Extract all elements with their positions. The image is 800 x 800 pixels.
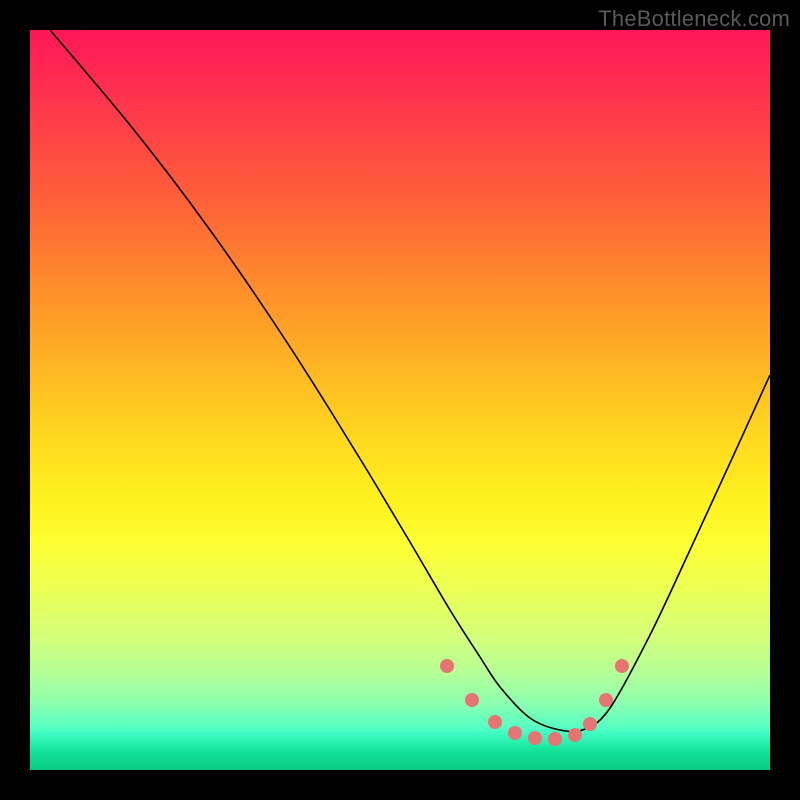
dot [583, 717, 597, 731]
dot [599, 693, 613, 707]
dot [528, 731, 542, 745]
dot [488, 715, 502, 729]
bottleneck-curve-line [50, 30, 770, 732]
bottleneck-chart-svg [30, 30, 770, 770]
dot [440, 659, 454, 673]
dot [548, 732, 562, 746]
chart-frame [30, 30, 770, 770]
watermark-text: TheBottleneck.com [598, 6, 790, 32]
dot [508, 726, 522, 740]
optimal-dots [440, 659, 629, 746]
dot [568, 728, 582, 742]
dot [465, 693, 479, 707]
dot [615, 659, 629, 673]
